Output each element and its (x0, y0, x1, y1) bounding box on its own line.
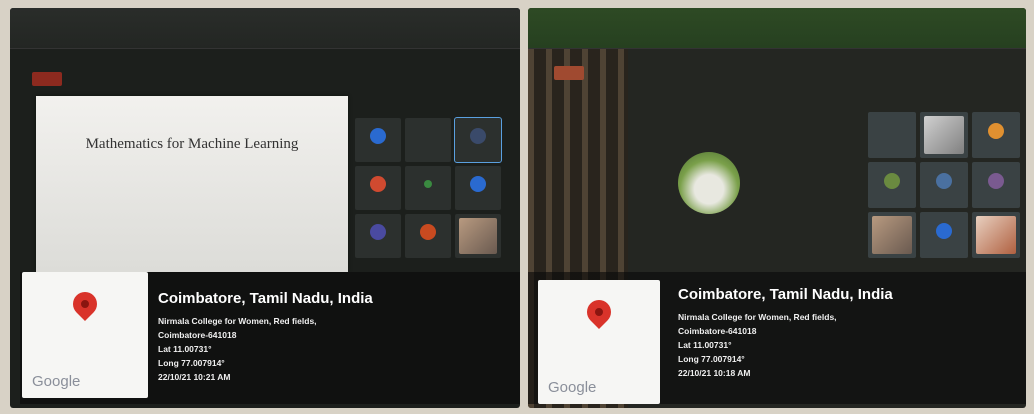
location-long: Long 77.007914° (158, 358, 225, 368)
participant-tile (972, 112, 1020, 158)
map-card: Google (22, 272, 148, 398)
presentation-slide: Mathematics for Machine Learning (36, 96, 348, 272)
location-postcode: Coimbatore-641018 (678, 326, 757, 336)
participant-tile (920, 212, 968, 258)
participant-grid (868, 112, 1020, 258)
location-datetime: 22/10/21 10:18 AM (678, 368, 751, 378)
participant-tile (455, 166, 501, 210)
location-city: Coimbatore, Tamil Nadu, India (678, 286, 893, 303)
participant-tile (355, 118, 401, 162)
google-logo: Google (32, 373, 81, 390)
participant-grid (355, 117, 502, 258)
location-info: Coimbatore, Tamil Nadu, India Nirmala Co… (678, 286, 893, 380)
speaker-avatar (678, 152, 740, 214)
location-lat: Lat 11.00731° (678, 340, 732, 350)
location-info: Coimbatore, Tamil Nadu, India Nirmala Co… (158, 290, 373, 384)
participant-tile (868, 112, 916, 158)
location-postcode: Coimbatore-641018 (158, 330, 237, 340)
participant-tile (972, 162, 1020, 208)
map-pin-icon (582, 295, 616, 329)
participant-tile (355, 166, 401, 210)
location-address: Nirmala College for Women, Red fields, (158, 316, 317, 326)
location-address: Nirmala College for Women, Red fields, (678, 312, 837, 322)
location-datetime: 22/10/21 10:21 AM (158, 372, 231, 382)
google-logo: Google (548, 379, 597, 396)
participant-tile (920, 162, 968, 208)
left-photo: Mathematics for Machine Learning Google … (10, 8, 520, 408)
location-city: Coimbatore, Tamil Nadu, India (158, 290, 373, 307)
map-pin-icon (68, 287, 102, 321)
location-lat: Lat 11.00731° (158, 344, 212, 354)
participant-tile (405, 118, 451, 162)
participant-tile (868, 212, 916, 258)
participant-tile (405, 214, 451, 258)
participant-tile (868, 162, 916, 208)
browser-bar (528, 8, 1026, 49)
map-card: Google (538, 280, 660, 404)
browser-bar (10, 8, 520, 49)
participant-tile (405, 166, 451, 210)
meet-badge (554, 66, 584, 80)
location-long: Long 77.007914° (678, 354, 745, 364)
participant-tile (355, 214, 401, 258)
right-photo: Google Coimbatore, Tamil Nadu, India Nir… (528, 8, 1026, 408)
participant-tile (455, 214, 501, 258)
participant-tile (920, 112, 968, 158)
participant-tile (454, 117, 502, 163)
participant-tile (972, 212, 1020, 258)
slide-title: Mathematics for Machine Learning (85, 136, 299, 152)
meet-badge (32, 72, 62, 86)
